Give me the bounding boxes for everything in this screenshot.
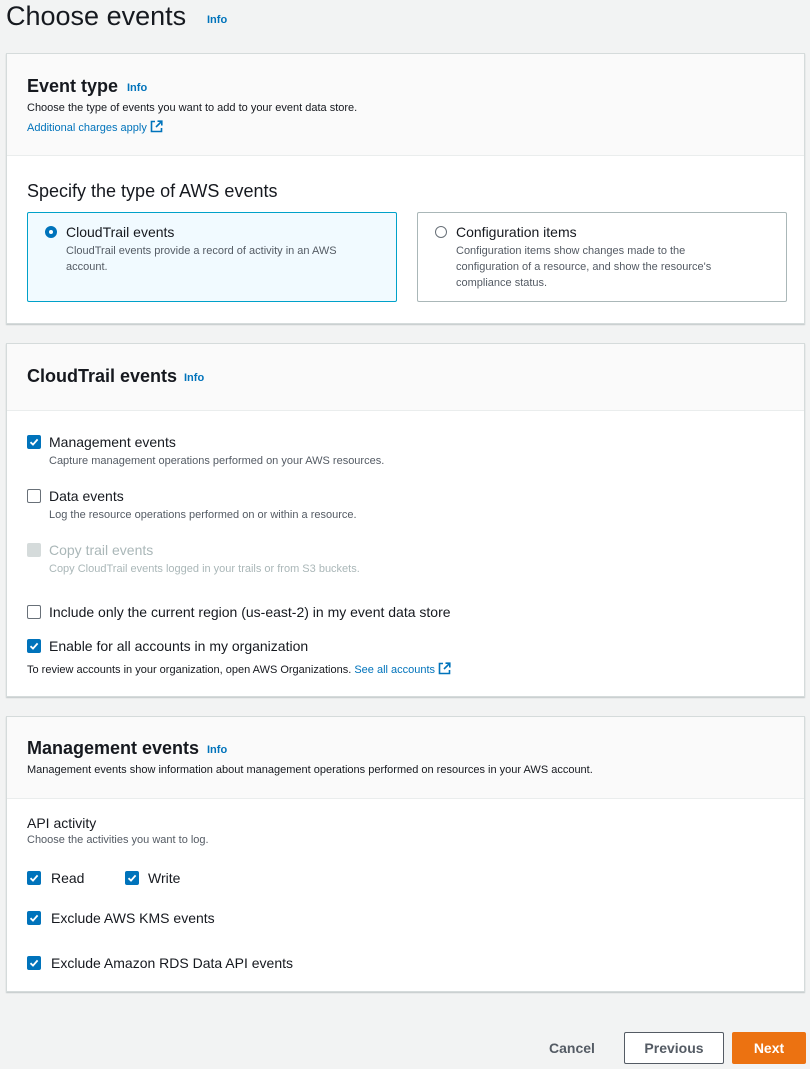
configuration-items-option[interactable]: Configuration items Configuration items … <box>417 212 787 302</box>
checkmark-icon <box>29 438 39 446</box>
management-events-desc: Capture management operations performed … <box>49 455 385 467</box>
configuration-items-option-desc-2: configuration of a resource, and show th… <box>456 261 712 273</box>
cancel-button[interactable]: Cancel <box>540 1032 604 1064</box>
api-activity-desc: Choose the activities you want to log. <box>27 834 209 846</box>
see-all-accounts-link[interactable]: See all accounts <box>354 662 451 676</box>
cloudtrail-events-header: CloudTrail events Info <box>7 344 804 411</box>
exclude-rds-label: Exclude Amazon RDS Data API events <box>51 955 294 971</box>
current-region-label: Include only the current region (us-east… <box>49 604 451 620</box>
org-note-text: To review accounts in your organization,… <box>27 664 352 676</box>
configuration-items-option-desc-1: Configuration items show changes made to… <box>456 245 686 257</box>
exclude-kms-checkbox[interactable] <box>27 911 41 925</box>
configuration-items-radio[interactable] <box>435 226 447 238</box>
event-type-panel: Event type Info Choose the type of event… <box>6 53 805 324</box>
write-checkbox[interactable] <box>125 871 139 885</box>
page-title: Choose events <box>6 1 187 31</box>
copy-trail-events-checkbox <box>27 543 41 557</box>
data-events-desc: Log the resource operations performed on… <box>49 509 357 521</box>
cloudtrail-info-link[interactable]: Info <box>184 372 204 384</box>
event-type-info-link[interactable]: Info <box>127 82 147 94</box>
next-button[interactable]: Next <box>732 1032 806 1064</box>
read-checkbox[interactable] <box>27 871 41 885</box>
write-label: Write <box>148 870 181 886</box>
checkmark-icon <box>29 914 39 922</box>
data-events-label: Data events <box>49 488 124 504</box>
event-type-description: Choose the type of events you want to ad… <box>27 102 358 114</box>
cloudtrail-events-panel: CloudTrail events Info Management events… <box>6 343 805 697</box>
cloudtrail-events-radio[interactable] <box>45 226 57 238</box>
management-events-panel: Management events Info Management events… <box>6 716 805 992</box>
current-region-checkbox[interactable] <box>27 605 41 619</box>
all-accounts-label: Enable for all accounts in my organizati… <box>49 638 309 654</box>
data-events-checkbox[interactable] <box>27 489 41 503</box>
see-all-accounts-label: See all accounts <box>354 664 436 676</box>
checkmark-icon <box>29 642 39 650</box>
management-info-link[interactable]: Info <box>207 744 227 756</box>
aws-events-subheading: Specify the type of AWS events <box>27 181 278 201</box>
additional-charges-link[interactable]: Additional charges apply <box>27 120 163 134</box>
cloudtrail-events-title: CloudTrail events <box>27 366 178 386</box>
exclude-kms-label: Exclude AWS KMS events <box>51 910 215 926</box>
management-events-label: Management events <box>49 434 176 450</box>
checkmark-icon <box>29 874 39 882</box>
configuration-items-option-desc-3: compliance status. <box>456 277 548 289</box>
copy-trail-events-desc: Copy CloudTrail events logged in your tr… <box>49 563 360 575</box>
cloudtrail-events-option-title: CloudTrail events <box>66 224 175 240</box>
management-events-title: Management events <box>27 738 200 758</box>
cloudtrail-events-option[interactable]: CloudTrail events CloudTrail events prov… <box>27 212 397 302</box>
api-activity-label: API activity <box>27 815 97 831</box>
copy-trail-events-label: Copy trail events <box>49 542 154 558</box>
management-events-checkbox[interactable] <box>27 435 41 449</box>
previous-button[interactable]: Previous <box>624 1032 724 1064</box>
read-label: Read <box>51 870 85 886</box>
management-events-description: Management events show information about… <box>27 764 593 776</box>
configuration-items-option-title: Configuration items <box>456 224 577 240</box>
cloudtrail-events-option-desc-2: account. <box>66 261 108 273</box>
additional-charges-label: Additional charges apply <box>27 122 147 134</box>
external-link-icon <box>150 120 163 133</box>
management-events-header: Management events Info Management events… <box>7 717 804 799</box>
exclude-rds-checkbox[interactable] <box>27 956 41 970</box>
all-accounts-checkbox[interactable] <box>27 639 41 653</box>
event-type-header: Event type Info Choose the type of event… <box>7 54 804 156</box>
external-link-icon <box>438 662 451 675</box>
checkmark-icon <box>29 959 39 967</box>
event-type-title: Event type <box>27 76 119 96</box>
cloudtrail-events-option-desc-1: CloudTrail events provide a record of ac… <box>66 245 337 257</box>
org-note: To review accounts in your organization,… <box>27 662 451 676</box>
checkmark-icon <box>127 874 137 882</box>
page-info-link[interactable]: Info <box>207 14 227 26</box>
